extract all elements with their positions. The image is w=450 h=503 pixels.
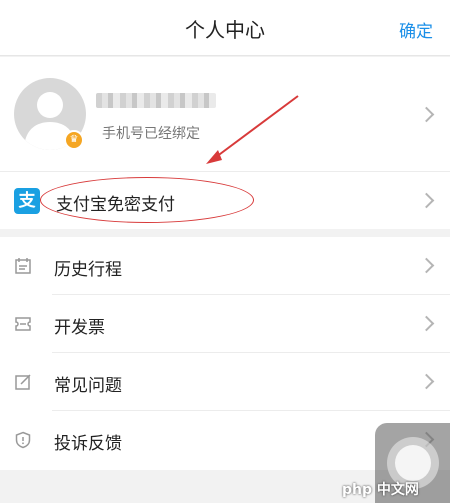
assistive-core [395,445,431,481]
watermark: php 中文网 [342,482,419,498]
